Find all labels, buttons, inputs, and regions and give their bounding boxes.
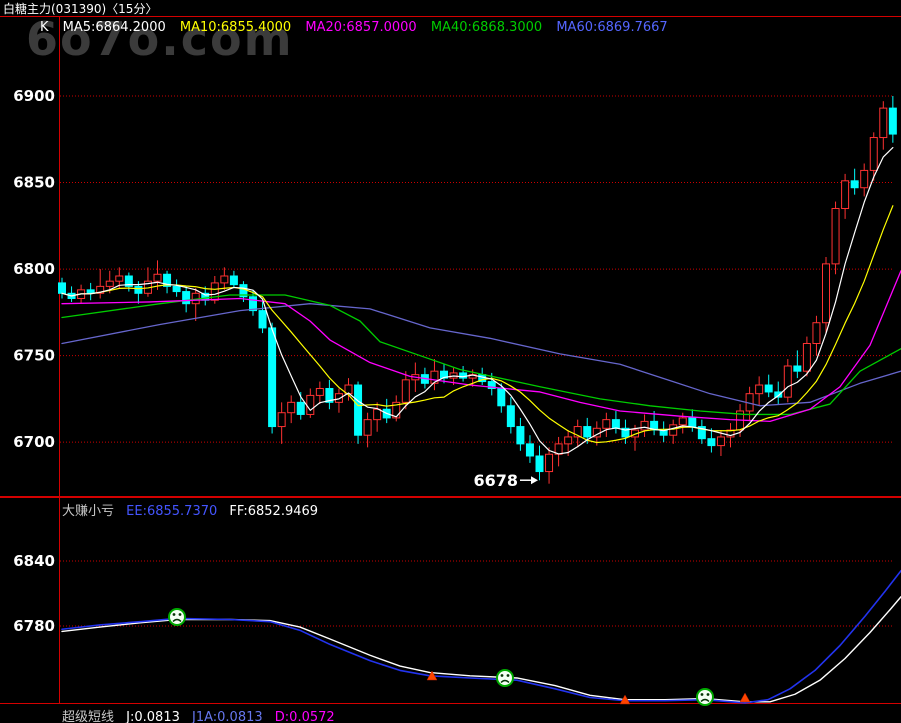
panel3-title: 超级短线 [62, 710, 115, 723]
d-value: D:0.0572 [274, 710, 335, 723]
candle [115, 275, 124, 282]
candle [545, 453, 554, 473]
ee-line [61, 569, 901, 704]
candle [888, 107, 897, 135]
j-value: J:0.0813 [126, 710, 180, 723]
candle [363, 419, 372, 436]
panel2-header: 大赚小亏 EE:6855.7370 FF:6852.9469 [62, 500, 326, 519]
candle [287, 401, 296, 414]
sad-face-icon [496, 669, 514, 687]
candle [134, 285, 143, 294]
candle [105, 280, 114, 287]
candle [822, 263, 830, 324]
candle [306, 394, 315, 415]
candle [640, 420, 649, 431]
candle [831, 207, 840, 265]
main-axis-label: 6900 [13, 87, 55, 105]
main-axis-label: 6700 [13, 433, 55, 451]
candle [688, 417, 697, 428]
candle [755, 384, 764, 395]
main-axis-label: 6750 [13, 347, 55, 365]
candle [506, 405, 515, 428]
sad-face-icon [696, 688, 714, 706]
candle [459, 372, 468, 379]
low-price-label: 6678 [473, 471, 518, 490]
candle [153, 273, 162, 282]
candle [669, 424, 678, 436]
candle [535, 455, 544, 473]
ma60-line [61, 303, 901, 407]
j1a-value: J1A:0.0813 [192, 710, 263, 723]
candle [497, 387, 506, 407]
ff-line [61, 596, 901, 703]
candle [860, 169, 869, 189]
panel2-axis-label: 6840 [13, 552, 55, 570]
candle [296, 401, 305, 415]
candle [172, 285, 181, 293]
candle [812, 322, 821, 344]
candle [841, 180, 850, 209]
candle [258, 310, 267, 329]
candle [783, 365, 792, 398]
candle [277, 412, 286, 428]
candle [678, 417, 687, 426]
candle [707, 438, 716, 447]
candle [764, 384, 773, 393]
candle [401, 379, 410, 403]
candle [220, 275, 229, 284]
candle [354, 384, 363, 436]
ma10-line [61, 205, 894, 444]
candle [58, 282, 66, 294]
candle [716, 436, 725, 447]
candle [373, 408, 382, 421]
ee-value: EE:6855.7370 [126, 504, 218, 519]
panel2-axis-label: 6780 [13, 617, 55, 635]
candle [583, 426, 592, 438]
main-axis-label: 6800 [13, 260, 55, 278]
candle [802, 342, 811, 372]
candle [879, 107, 888, 139]
candle [268, 327, 277, 428]
candle [516, 426, 525, 445]
main-axis-label: 6850 [13, 174, 55, 192]
buy-arrow-icon [739, 692, 751, 703]
candle [182, 291, 191, 305]
main-candlestick-chart[interactable]: 6900 6850 6800 6750 6700 6840 6780 6678 [0, 0, 901, 723]
ff-value: FF:6852.9469 [229, 504, 319, 519]
panel3-header: 超级短线 J:0.0813 J1A:0.0813 D:0.0572 [62, 706, 343, 723]
sad-face-icon [168, 608, 186, 626]
candle [793, 365, 802, 372]
candle [602, 419, 611, 429]
candle [611, 419, 620, 429]
candle [525, 443, 534, 457]
app-window: 白糖主力(031390)〈15分〉 6o7o.com K MA5:6864.20… [0, 0, 901, 723]
candle [315, 387, 324, 396]
candle [564, 436, 573, 445]
candle [229, 275, 238, 286]
panel2-title: 大赚小亏 [62, 504, 115, 519]
candle [869, 137, 878, 171]
candle [850, 180, 859, 189]
